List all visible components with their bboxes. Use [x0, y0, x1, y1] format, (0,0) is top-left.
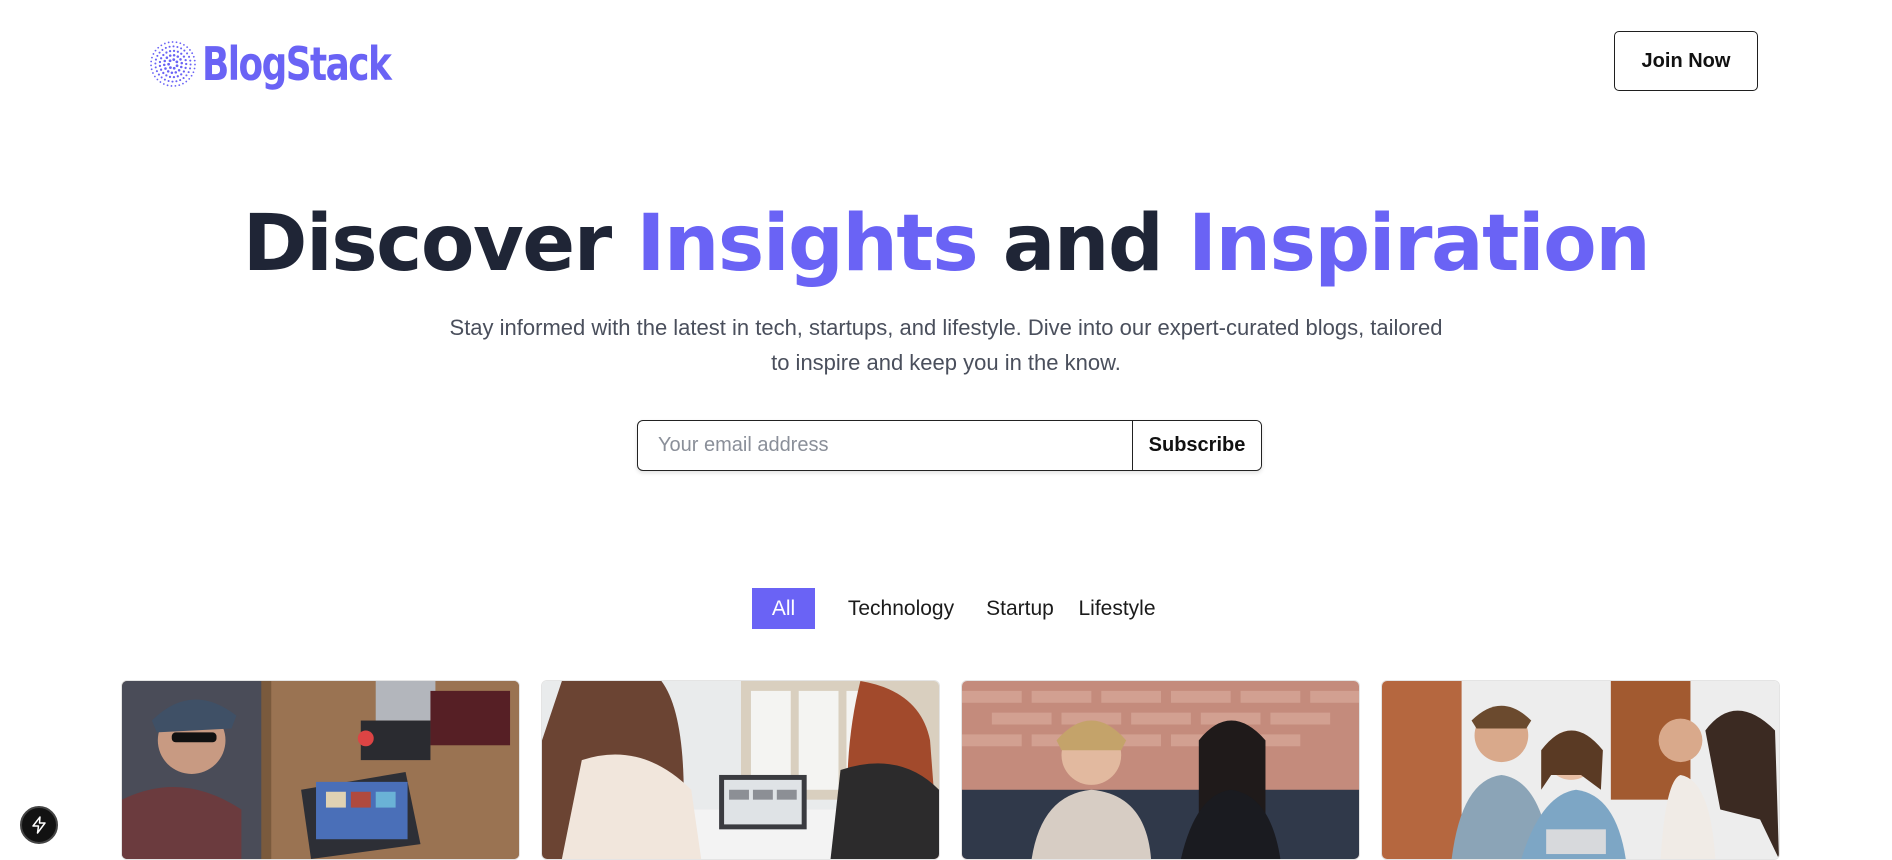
- blog-card[interactable]: [121, 680, 520, 860]
- join-now-button[interactable]: Join Now: [1614, 31, 1758, 91]
- filter-lifestyle[interactable]: Lifestyle: [1072, 588, 1162, 629]
- hero-title-accent-inspiration: Inspiration: [1187, 199, 1651, 289]
- blog-card-image: [1382, 681, 1779, 859]
- blog-card-image: [542, 681, 939, 859]
- filter-all[interactable]: All: [752, 588, 815, 629]
- blog-card-image: [962, 681, 1359, 859]
- filter-startup[interactable]: Startup: [974, 588, 1066, 629]
- logo-text: BlogStack: [202, 37, 392, 91]
- email-input[interactable]: [638, 421, 1132, 470]
- hero-title: Discover Insights and Inspiration: [0, 196, 1892, 292]
- lightning-bolt-icon[interactable]: [20, 806, 58, 844]
- lightning-bolt-glyph: [32, 816, 46, 834]
- hero-title-accent-insights: Insights: [636, 199, 978, 289]
- blog-card[interactable]: [541, 680, 940, 860]
- logo-sunburst-icon: [150, 41, 196, 87]
- blog-card[interactable]: [1381, 680, 1780, 860]
- filter-technology[interactable]: Technology: [840, 588, 962, 629]
- hero-subtitle: Stay informed with the latest in tech, s…: [449, 315, 1443, 375]
- category-filters: All Technology Startup Lifestyle: [0, 588, 1892, 629]
- subscribe-button[interactable]: Subscribe: [1132, 421, 1261, 470]
- blog-card[interactable]: [961, 680, 1360, 860]
- logo[interactable]: BlogStack: [148, 28, 443, 100]
- hero-title-part1: Discover: [242, 199, 637, 289]
- hero-title-part2: and: [977, 199, 1188, 289]
- subscribe-form: Subscribe: [637, 420, 1262, 471]
- blog-card-image: [122, 681, 519, 859]
